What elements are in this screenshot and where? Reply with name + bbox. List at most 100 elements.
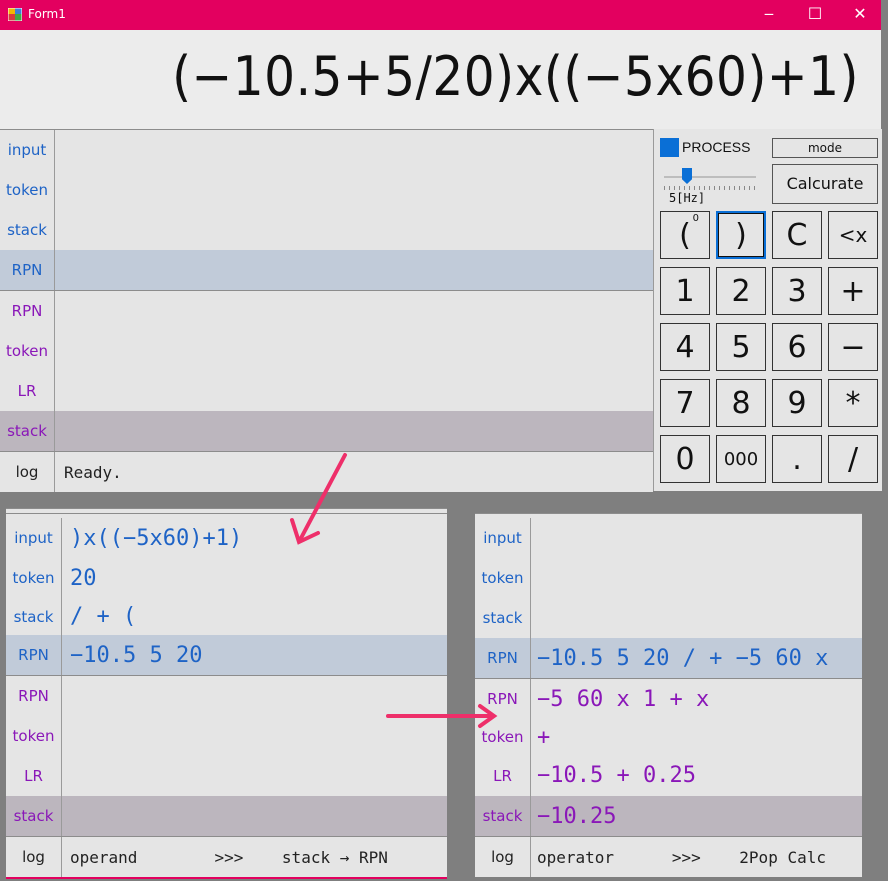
backspace-icon: <x	[838, 223, 868, 247]
process-indicator[interactable]	[660, 138, 679, 157]
key-backspace[interactable]: <x	[828, 211, 878, 259]
grid-row-stack-2: stack	[6, 796, 447, 836]
key-plus[interactable]: +	[828, 267, 878, 315]
trace-panel-step-1: input )x((−5x60)+1) token 20 stack / + (…	[6, 508, 447, 879]
row-label: stack	[475, 598, 531, 638]
row-label: log	[0, 452, 55, 492]
app-icon	[8, 8, 22, 21]
row-value: −5 60 x 1 + x	[537, 686, 710, 712]
close-button[interactable]: ✕	[837, 0, 883, 30]
row-value: −10.5 5 20	[70, 642, 203, 668]
grid-row-rpn-input: RPN	[0, 291, 653, 331]
grid-row-rpn-output: RPN	[0, 250, 653, 290]
minimize-icon: ‒	[763, 4, 775, 23]
row-label: stack	[0, 411, 55, 451]
key-multiply[interactable]: *	[828, 379, 878, 427]
grid-row-rpn-output: RPN −10.5 5 20 / + −5 60 x	[475, 638, 862, 678]
key-4[interactable]: 4	[660, 323, 710, 371]
key-clear[interactable]: C	[772, 211, 822, 259]
grid-row-stack: stack / + (	[6, 598, 447, 635]
grid-row-token: token	[475, 558, 862, 598]
frequency-slider-thumb[interactable]	[682, 168, 692, 184]
grid-row-stack: stack	[0, 210, 653, 250]
key-2[interactable]: 2	[716, 267, 766, 315]
row-label: RPN	[475, 679, 531, 719]
key-7[interactable]: 7	[660, 379, 710, 427]
grid-row-lr: LR	[6, 756, 447, 796]
row-label: stack	[6, 796, 62, 836]
row-label: log	[475, 837, 531, 877]
row-label: token	[475, 719, 531, 755]
row-label: input	[6, 518, 62, 558]
paren-depth: 0	[692, 213, 699, 224]
key-minus[interactable]: −	[828, 323, 878, 371]
row-label: input	[475, 518, 531, 558]
grid-row-token: token	[0, 170, 653, 210]
grid-row-input: input )x((−5x60)+1)	[6, 518, 447, 558]
row-label: token	[0, 170, 55, 210]
grid-row-token-2: token +	[475, 719, 862, 755]
process-label: PROCESS	[682, 139, 751, 155]
row-label: token	[0, 331, 55, 371]
log-text: Ready.	[64, 462, 122, 482]
title-bar[interactable]: Form1 ‒ ☐ ✕	[0, 0, 881, 30]
maximize-icon: ☐	[807, 4, 823, 23]
key-5[interactable]: 5	[716, 323, 766, 371]
key-open-paren[interactable]: (0	[660, 211, 710, 259]
row-label: RPN	[0, 291, 55, 331]
grid-row-rpn-output: RPN −10.5 5 20	[6, 635, 447, 675]
key-0[interactable]: 0	[660, 435, 710, 483]
row-label: LR	[0, 371, 55, 411]
row-label: RPN	[6, 635, 62, 675]
row-label: stack	[0, 210, 55, 250]
minimize-button[interactable]: ‒	[746, 0, 792, 30]
trace-panel-step-2: input token stack RPN −10.5 5 20 / + −5 …	[475, 513, 862, 877]
key-triple-zero[interactable]: 000	[716, 435, 766, 483]
row-label: input	[0, 130, 55, 170]
key-divide[interactable]: /	[828, 435, 878, 483]
row-label: RPN	[475, 638, 531, 678]
grid-row-log: log operand >>> stack → RPN	[6, 837, 447, 877]
grid-row-log: log operator >>> 2Pop Calc	[475, 837, 862, 877]
mode-button[interactable]: mode	[772, 138, 878, 158]
key-6[interactable]: 6	[772, 323, 822, 371]
row-label: stack	[6, 598, 62, 635]
grid-row-stack-2: stack	[0, 411, 653, 451]
row-label: token	[6, 716, 62, 756]
row-label: token	[475, 558, 531, 598]
row-value: +	[537, 724, 551, 750]
main-window: Form1 ‒ ☐ ✕ (−10.5+5/20)x((−5x60)+1) inp…	[0, 0, 882, 492]
key-decimal[interactable]: .	[772, 435, 822, 483]
grid-row-token-2: token	[0, 331, 653, 371]
window-title: Form1	[28, 7, 66, 21]
row-label: token	[6, 558, 62, 598]
row-label: LR	[6, 756, 62, 796]
grid-row-input: input	[0, 130, 653, 170]
grid-row-token: token 20	[6, 558, 447, 598]
row-value: −10.5 + 0.25	[537, 763, 696, 788]
frequency-label: 5[Hz]	[669, 191, 706, 205]
row-label: LR	[475, 755, 531, 796]
grid-row-stack-2: stack −10.25	[475, 796, 862, 836]
frequency-slider-track[interactable]	[664, 176, 756, 178]
log-text: operand >>> stack → RPN	[70, 847, 388, 867]
row-label: RPN	[6, 676, 62, 716]
maximize-button[interactable]: ☐	[792, 0, 838, 30]
trace-grid: input token stack RPN RPN token LR stack…	[0, 129, 653, 492]
key-9[interactable]: 9	[772, 379, 822, 427]
calculate-button[interactable]: Calcurate	[772, 164, 878, 204]
grid-row-lr: LR	[0, 371, 653, 411]
row-value: −10.5 5 20 / + −5 60 x	[537, 645, 829, 671]
row-value: 20	[70, 565, 97, 591]
key-1[interactable]: 1	[660, 267, 710, 315]
key-8[interactable]: 8	[716, 379, 766, 427]
row-label: RPN	[0, 250, 55, 290]
close-icon: ✕	[853, 4, 867, 23]
grid-row-log: log Ready.	[0, 452, 653, 492]
key-3[interactable]: 3	[772, 267, 822, 315]
grid-row-token-2: token	[6, 716, 447, 756]
key-close-paren[interactable]: )	[716, 211, 766, 259]
slider-ticks	[664, 186, 756, 190]
row-value: )x((−5x60)+1)	[70, 525, 243, 551]
grid-row-stack: stack	[475, 598, 862, 638]
